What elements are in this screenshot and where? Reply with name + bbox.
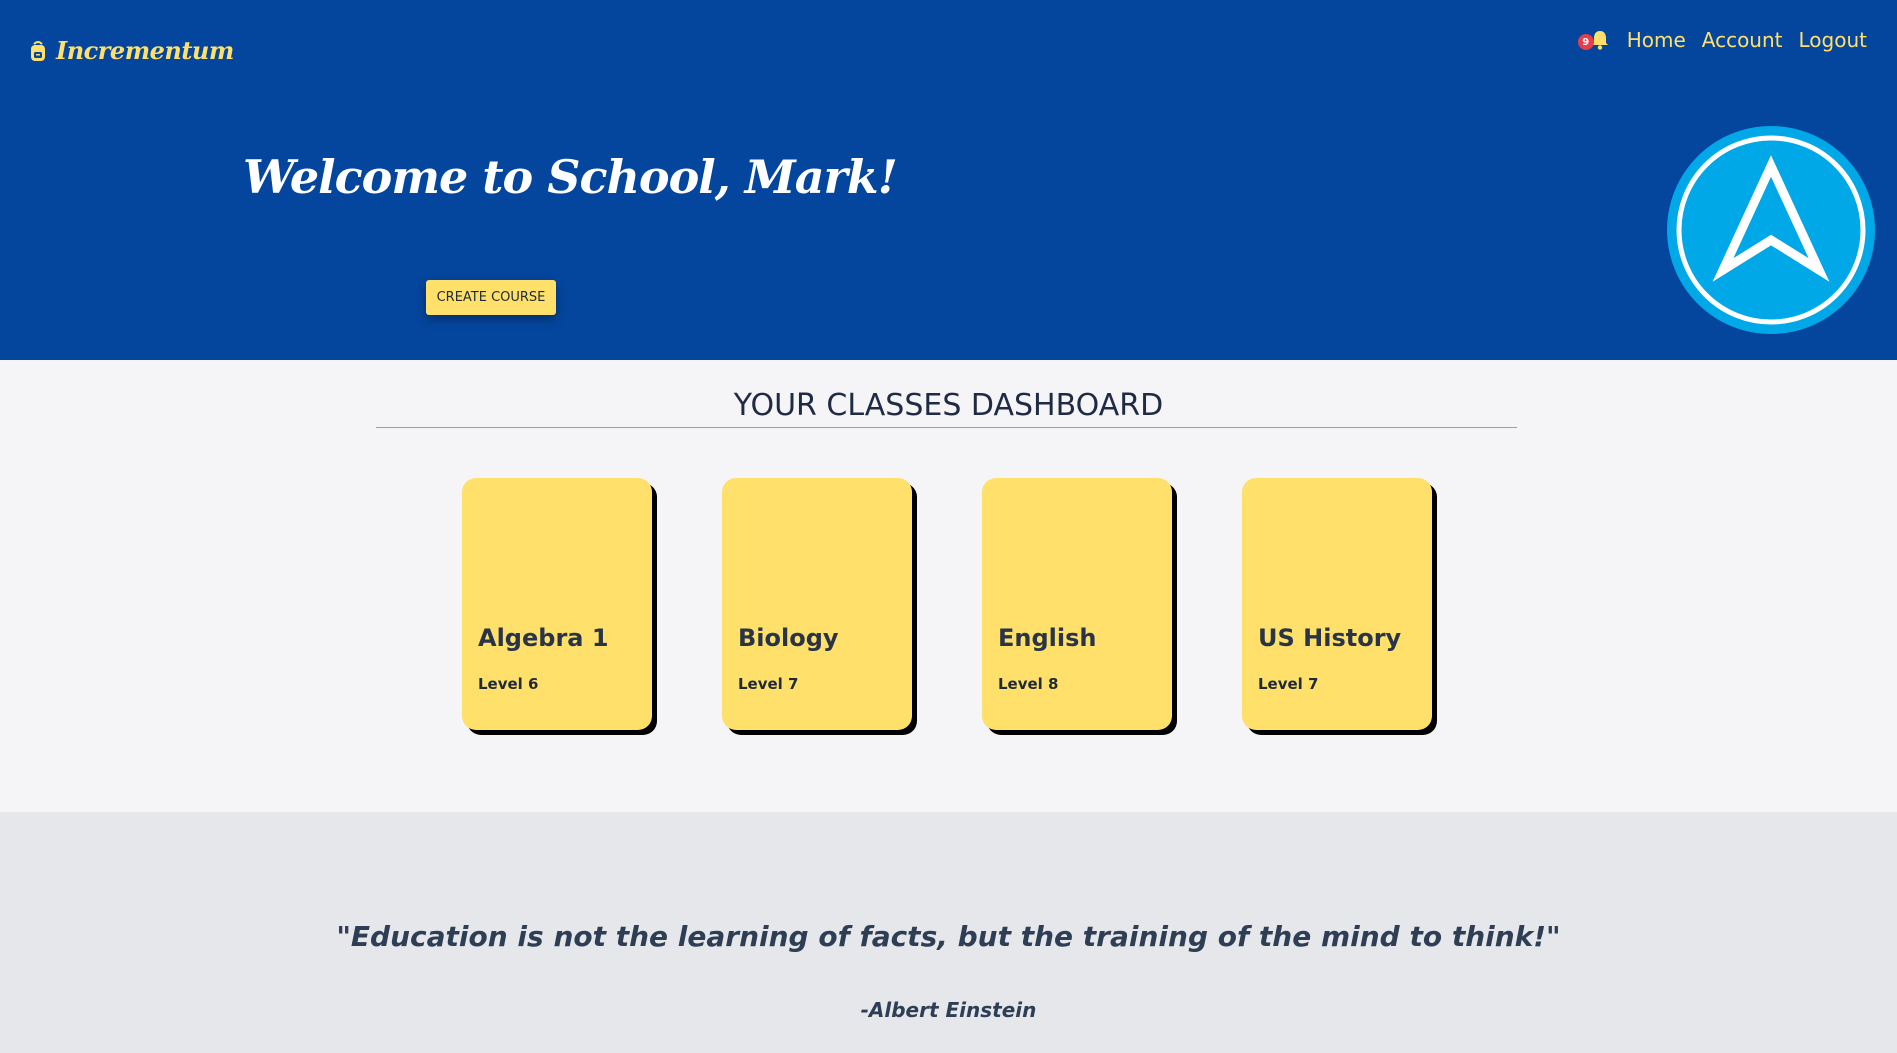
- quote-author: -Albert Einstein: [860, 998, 1037, 1022]
- class-name: English: [998, 624, 1097, 652]
- brand-logo[interactable]: Incrementum: [28, 36, 234, 65]
- class-level: Level 7: [1258, 675, 1319, 693]
- nav-home-link[interactable]: Home: [1627, 28, 1686, 52]
- dashboard-title: YOUR CLASSES DASHBOARD: [733, 388, 1164, 423]
- class-level: Level 7: [738, 675, 799, 693]
- class-level: Level 6: [478, 675, 539, 693]
- quote-footer: "Education is not the learning of facts,…: [0, 812, 1897, 1053]
- class-card-biology[interactable]: Biology Level 7: [722, 478, 912, 730]
- backpack-icon: [31, 40, 45, 61]
- nav-account-link[interactable]: Account: [1702, 28, 1783, 52]
- notifications-button[interactable]: 9: [1577, 30, 1609, 50]
- classes-dashboard: YOUR CLASSES DASHBOARD Algebra 1 Level 6…: [0, 360, 1897, 812]
- welcome-heading: Welcome to School, Mark!: [243, 150, 898, 204]
- class-name: Algebra 1: [478, 624, 609, 652]
- class-level: Level 8: [998, 675, 1059, 693]
- dashboard-divider: [376, 427, 1517, 428]
- arrow-up-logo-icon: [1667, 126, 1875, 334]
- notification-count-badge: 9: [1577, 34, 1594, 50]
- class-name: US History: [1258, 624, 1402, 652]
- brand-name: Incrementum: [56, 36, 234, 65]
- nav-logout-link[interactable]: Logout: [1799, 28, 1867, 52]
- class-name: Biology: [738, 624, 839, 652]
- create-course-button[interactable]: CREATE COURSE: [426, 280, 556, 315]
- class-card-us-history[interactable]: US History Level 7: [1242, 478, 1432, 730]
- top-nav: 9 Home Account Logout: [1577, 28, 1867, 52]
- class-card-algebra-1[interactable]: Algebra 1 Level 6: [462, 478, 652, 730]
- class-card-english[interactable]: English Level 8: [982, 478, 1172, 730]
- hero-header: Incrementum 9 Home Account Logout Welcom…: [0, 0, 1897, 360]
- quote-text: "Education is not the learning of facts,…: [336, 920, 1561, 953]
